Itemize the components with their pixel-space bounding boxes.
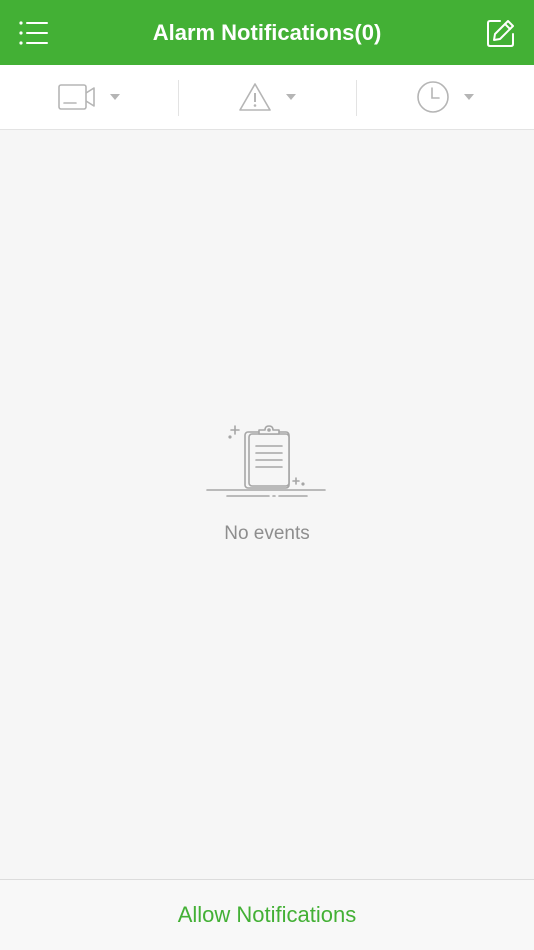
chevron-down-icon <box>286 94 296 100</box>
empty-state-message: No events <box>224 523 310 544</box>
chevron-down-icon <box>110 94 120 100</box>
device-filter[interactable] <box>0 65 178 129</box>
clipboard-icon <box>206 425 326 497</box>
alarm-type-filter[interactable] <box>178 65 356 129</box>
clock-icon <box>417 81 449 113</box>
page-title: Alarm Notifications(0) <box>152 20 382 45</box>
camera-icon <box>58 84 95 110</box>
footer-bar: Allow Notifications <box>0 879 534 950</box>
edit-icon <box>487 20 514 47</box>
chevron-down-icon <box>464 94 474 100</box>
warning-icon <box>239 83 271 111</box>
time-filter[interactable] <box>356 65 534 129</box>
filter-bar <box>0 65 534 130</box>
app-root: Alarm Notifications(0) No events Allow N… <box>0 0 534 950</box>
allow-notifications-button[interactable]: Allow Notifications <box>178 901 357 929</box>
header-bar: Alarm Notifications(0) <box>0 0 534 65</box>
edit-button[interactable] <box>482 14 520 52</box>
empty-state: No events <box>0 420 534 546</box>
